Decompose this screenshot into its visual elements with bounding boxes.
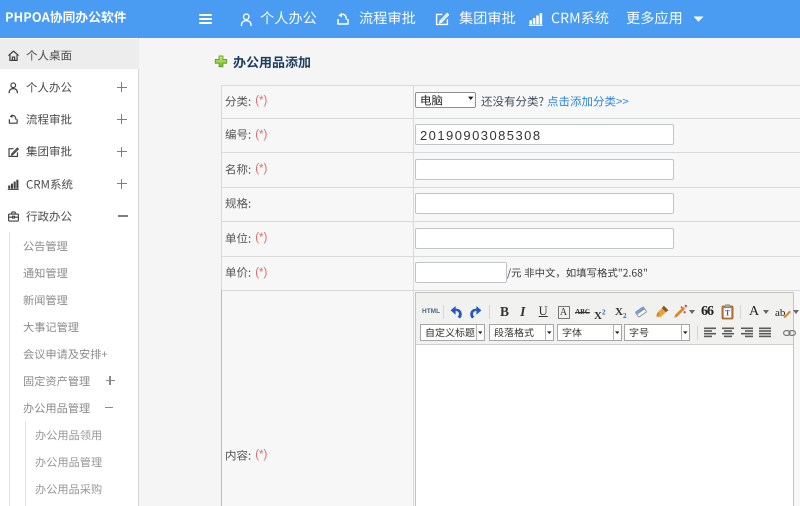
svg-text:T: T	[725, 309, 731, 318]
